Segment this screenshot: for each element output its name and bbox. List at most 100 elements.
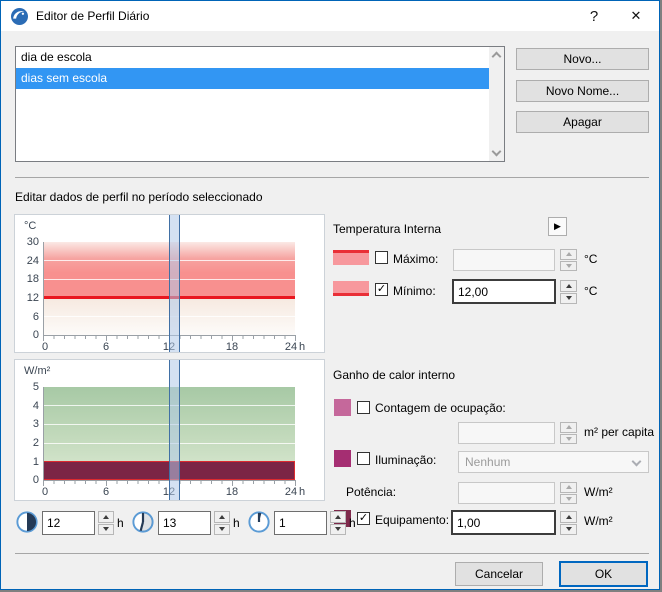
down-arrow-icon <box>566 437 572 441</box>
spin-up-button <box>560 422 577 433</box>
min-line-stripe <box>333 293 369 296</box>
end-hour-unit: h <box>233 516 240 530</box>
down-arrow-icon <box>566 497 572 501</box>
right-arrow-icon: ▶ <box>554 221 561 232</box>
occupancy-unit: m² per capita <box>584 425 654 439</box>
cancel-button[interactable]: Cancelar <box>455 562 543 586</box>
y-axis <box>43 242 44 336</box>
lighting-color-swatch <box>334 450 351 467</box>
spin-up-button[interactable] <box>560 511 577 523</box>
down-arrow-icon <box>566 296 572 300</box>
spin-up-button <box>560 249 577 260</box>
temperature-section-title: Temperatura Interna <box>333 222 441 236</box>
power-label: Potência: <box>346 485 396 499</box>
start-hour-spinner[interactable] <box>98 511 114 535</box>
heat-gain-chart-unit: W/m² <box>24 365 50 377</box>
spin-up-button <box>560 482 577 493</box>
delete-button[interactable]: Apagar <box>516 111 649 133</box>
scroll-up-icon[interactable] <box>492 52 502 62</box>
min-spinner[interactable] <box>560 280 577 304</box>
occupancy-value-input <box>458 422 555 444</box>
app-logo-icon <box>11 8 28 25</box>
spin-down-button[interactable] <box>560 524 577 536</box>
y-tick-label: 2 <box>17 437 39 449</box>
list-item[interactable]: dia de escola <box>16 47 489 68</box>
new-button[interactable]: Novo... <box>516 48 649 70</box>
up-arrow-icon <box>566 485 572 489</box>
up-arrow-icon <box>566 252 572 256</box>
title-bar: Editor de Perfil Diário ? ✕ <box>1 1 659 31</box>
lighting-checkbox[interactable] <box>357 452 370 465</box>
min-value-input[interactable] <box>452 279 556 304</box>
spin-up-button[interactable] <box>330 511 346 523</box>
scroll-down-icon[interactable] <box>492 147 502 157</box>
x-tick-label: 18 <box>226 486 238 498</box>
y-tick-label: 24 <box>17 255 39 267</box>
spin-down-button <box>560 494 577 505</box>
down-arrow-icon <box>566 527 572 531</box>
max-value-input <box>453 249 555 271</box>
min-label: Mínimo: <box>393 284 436 298</box>
end-hour-spinner[interactable] <box>214 511 230 535</box>
y-axis <box>43 387 44 481</box>
spin-down-button[interactable] <box>214 524 230 536</box>
x-axis-unit: h <box>299 486 305 498</box>
equipment-checkbox[interactable]: ✓ <box>357 512 370 525</box>
y-tick-label: 4 <box>17 400 39 412</box>
duration-hour-input[interactable] <box>274 511 327 535</box>
max-color-swatch <box>333 250 369 265</box>
occupancy-checkbox[interactable] <box>357 401 370 414</box>
end-time-clock-icon <box>132 511 154 533</box>
down-arrow-icon <box>566 264 572 268</box>
spin-down-button[interactable] <box>560 293 577 305</box>
duration-hour-spinner[interactable] <box>330 511 346 535</box>
list-scrollbar[interactable] <box>489 47 504 161</box>
time-selection-band[interactable] <box>169 360 180 500</box>
section-title: Editar dados de perfil no período selecc… <box>15 190 263 204</box>
end-hour-input[interactable] <box>158 511 211 535</box>
max-spinner <box>560 249 577 271</box>
spin-down-button <box>560 434 577 445</box>
equipment-value-input[interactable] <box>451 510 556 535</box>
down-arrow-icon <box>103 527 109 531</box>
x-axis-unit: h <box>299 341 305 353</box>
max-label: Máximo: <box>393 252 438 266</box>
min-unit: °C <box>584 284 597 298</box>
flyout-arrow-button[interactable]: ▶ <box>548 217 567 236</box>
list-item-selected[interactable]: dias sem escola <box>16 68 489 89</box>
spin-down-button[interactable] <box>98 524 114 536</box>
daily-profile-editor-dialog: Editor de Perfil Diário ? ✕ dia de escol… <box>0 0 660 590</box>
ok-button[interactable]: OK <box>559 561 648 587</box>
window-title: Editor de Perfil Diário <box>36 9 149 23</box>
occupancy-color-swatch <box>334 399 351 416</box>
heat-gain-chart[interactable]: W/m² 5 4 3 2 1 0 0 6 12 18 24 h <box>14 359 325 501</box>
spin-up-button[interactable] <box>98 511 114 523</box>
spin-down-button <box>560 261 577 272</box>
start-time-clock-icon <box>16 511 38 533</box>
spin-up-button[interactable] <box>214 511 230 523</box>
y-tick-label: 0 <box>17 329 39 341</box>
max-checkbox[interactable] <box>375 251 388 264</box>
spin-up-button[interactable] <box>560 280 577 292</box>
x-tick-label: 6 <box>103 486 109 498</box>
rename-button[interactable]: Novo Nome... <box>516 80 649 102</box>
equipment-spinner[interactable] <box>560 511 577 535</box>
min-checkbox[interactable]: ✓ <box>375 283 388 296</box>
occupancy-spinner <box>560 422 577 444</box>
temperature-chart[interactable]: °C 30 24 18 12 6 0 0 6 12 18 24 h <box>14 214 325 353</box>
y-tick-label: 5 <box>17 381 39 393</box>
x-tick-label: 0 <box>42 341 48 353</box>
start-hour-input[interactable] <box>42 511 95 535</box>
lighting-label: Iluminação: <box>375 453 436 467</box>
max-unit: °C <box>584 252 597 266</box>
chevron-down-icon <box>632 457 642 467</box>
x-tick-label: 24 <box>285 486 297 498</box>
lighting-select-value: Nenhum <box>465 455 510 469</box>
y-tick-label: 1 <box>17 456 39 468</box>
up-arrow-icon <box>335 515 341 519</box>
help-button[interactable]: ? <box>577 1 611 31</box>
time-selection-band[interactable] <box>169 215 180 352</box>
up-arrow-icon <box>566 425 572 429</box>
close-icon[interactable]: ✕ <box>619 1 653 31</box>
spin-down-button[interactable] <box>330 524 346 536</box>
